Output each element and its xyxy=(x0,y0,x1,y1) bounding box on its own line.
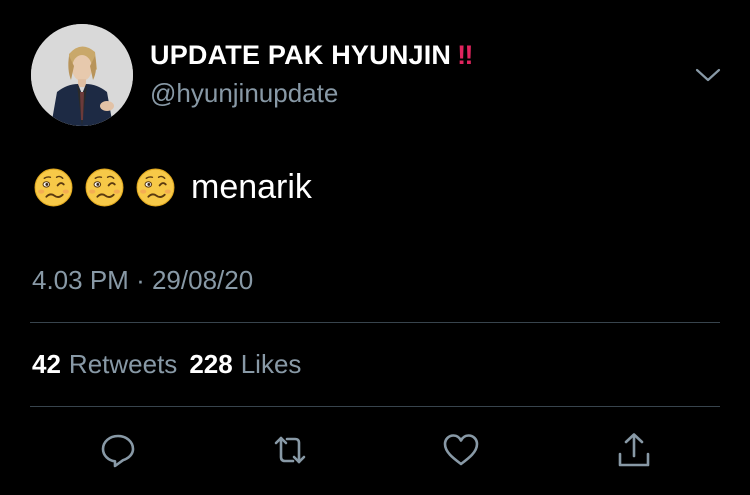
retweets-count: 42 xyxy=(32,349,61,379)
retweets-label: Retweets xyxy=(68,349,178,379)
timestamp-separator: · xyxy=(136,265,145,295)
tweet-text: menarik xyxy=(191,168,312,206)
engagement-stats: 42 Retweets 228 Likes xyxy=(32,349,301,380)
tweet-timestamp[interactable]: 4.03 PM · 29/08/20 xyxy=(32,265,253,296)
reply-icon[interactable] xyxy=(98,430,138,470)
woozy-face-emoji xyxy=(85,168,124,206)
likes-count: 228 xyxy=(189,349,233,379)
woozy-face-emoji xyxy=(136,168,175,206)
retweet-icon[interactable] xyxy=(270,430,310,470)
tweet-date: 29/08/20 xyxy=(151,265,254,295)
display-name[interactable]: UPDATE PAK HYUNJIN ‼ xyxy=(150,40,474,71)
tweet-body: menarik xyxy=(33,165,312,209)
likes-stat[interactable]: 228 Likes xyxy=(189,349,301,379)
divider-bottom xyxy=(30,406,720,407)
tweet-time: 4.03 PM xyxy=(32,265,129,295)
display-name-text: UPDATE PAK HYUNJIN xyxy=(150,40,452,70)
avatar[interactable] xyxy=(31,24,133,126)
share-icon[interactable] xyxy=(614,430,654,470)
woozy-face-emoji xyxy=(34,168,73,206)
likes-label: Likes xyxy=(240,349,302,379)
profile-photo xyxy=(31,24,133,126)
user-handle[interactable]: @hyunjinupdate xyxy=(150,78,338,109)
retweets-stat[interactable]: 42 Retweets xyxy=(32,349,177,379)
like-icon[interactable] xyxy=(441,430,481,470)
chevron-down-icon[interactable] xyxy=(693,64,723,86)
double-exclamation-emoji: ‼ xyxy=(457,40,473,70)
divider-top xyxy=(30,322,720,323)
